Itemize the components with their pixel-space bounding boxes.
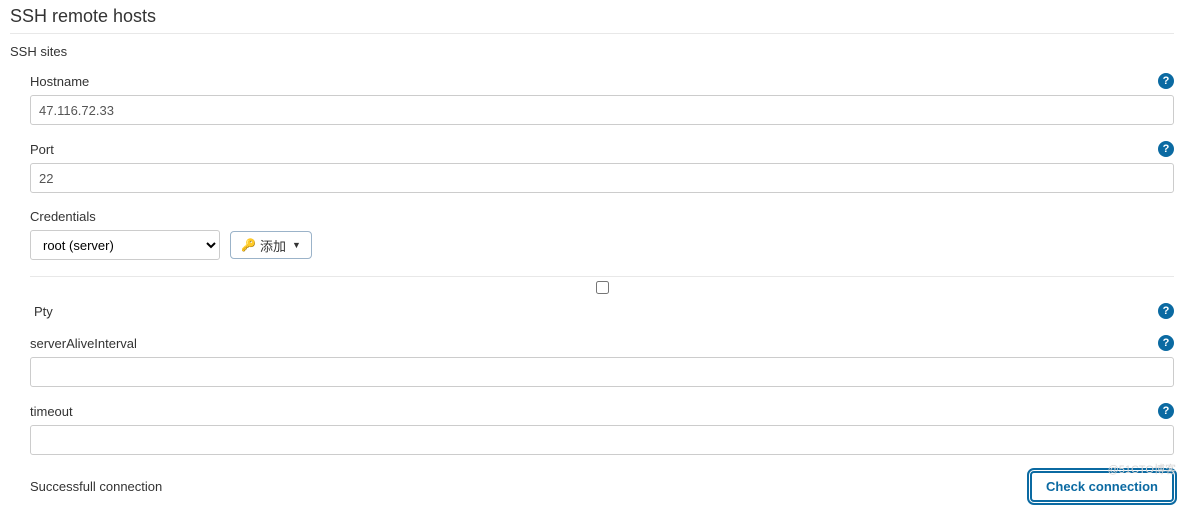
- serveraliveinterval-field: serverAliveInterval ?: [30, 335, 1174, 387]
- pty-checkbox[interactable]: [596, 281, 609, 294]
- hostname-label: Hostname: [30, 74, 89, 89]
- credentials-select[interactable]: root (server): [30, 230, 220, 260]
- pty-row: [30, 276, 1174, 297]
- footer-row: Successfull connection Check connection: [30, 471, 1174, 502]
- help-icon[interactable]: ?: [1158, 403, 1174, 419]
- hostname-input[interactable]: [30, 95, 1174, 125]
- hostname-field: Hostname ?: [30, 73, 1174, 125]
- port-field: Port ?: [30, 141, 1174, 193]
- timeout-field: timeout ?: [30, 403, 1174, 455]
- help-icon[interactable]: ?: [1158, 303, 1174, 319]
- serveraliveinterval-input[interactable]: [30, 357, 1174, 387]
- timeout-input[interactable]: [30, 425, 1174, 455]
- add-button-label: 添加: [260, 236, 286, 255]
- credentials-field: Credentials root (server) 🔑 添加 ▼: [30, 209, 1174, 260]
- port-label: Port: [30, 142, 54, 157]
- chevron-down-icon: ▼: [292, 240, 301, 250]
- help-icon[interactable]: ?: [1158, 141, 1174, 157]
- timeout-label: timeout: [30, 404, 73, 419]
- check-connection-button[interactable]: Check connection: [1030, 471, 1174, 502]
- pty-label: Pty: [30, 304, 53, 319]
- help-icon[interactable]: ?: [1158, 335, 1174, 351]
- key-icon: 🔑: [241, 238, 256, 252]
- help-icon[interactable]: ?: [1158, 73, 1174, 89]
- serveraliveinterval-label: serverAliveInterval: [30, 336, 137, 351]
- section-title: SSH remote hosts: [10, 6, 1174, 34]
- credentials-label: Credentials: [30, 209, 96, 224]
- port-input[interactable]: [30, 163, 1174, 193]
- status-text: Successfull connection: [30, 479, 162, 494]
- add-credentials-button[interactable]: 🔑 添加 ▼: [230, 231, 312, 259]
- subsection-title: SSH sites: [10, 44, 1174, 59]
